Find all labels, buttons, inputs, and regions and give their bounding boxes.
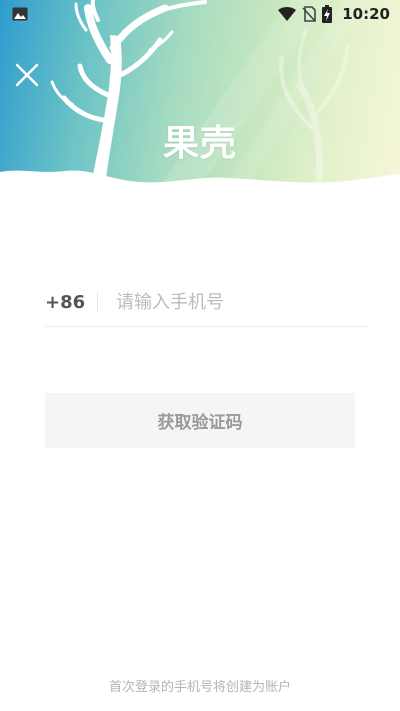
close-icon — [15, 63, 39, 87]
country-code[interactable]: +86 — [45, 292, 95, 313]
phone-input[interactable] — [116, 291, 370, 313]
header-banner: 10:20 果壳 — [0, 0, 400, 200]
footer-note: 首次登录的手机号将创建为账户 — [108, 680, 291, 695]
divider — [97, 291, 98, 313]
get-verification-code-button[interactable]: 获取验证码 — [45, 393, 355, 448]
battery-charging-icon — [322, 5, 333, 23]
wifi-icon — [278, 7, 297, 21]
no-sim-icon — [302, 6, 317, 22]
app-brand-title: 果壳 — [162, 123, 237, 164]
status-bar: 10:20 — [0, 0, 400, 28]
phone-number-row: +86 — [45, 278, 370, 327]
tree-illustration — [0, 0, 400, 200]
image-notification-icon — [12, 7, 28, 21]
status-time: 10:20 — [342, 5, 390, 23]
close-button[interactable] — [12, 60, 42, 90]
